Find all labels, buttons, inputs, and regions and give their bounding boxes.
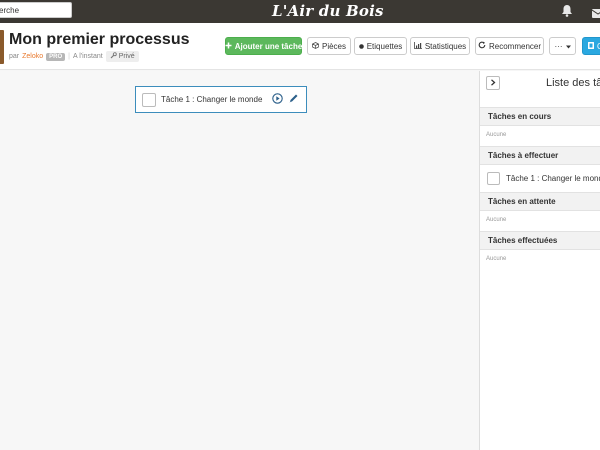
by-label: par (9, 53, 20, 60)
section-header-todo: Tâches à effectuer (480, 146, 600, 165)
wrench-icon (110, 52, 117, 61)
section-header-waiting: Tâches en attente (480, 192, 600, 211)
pro-badge: PRO (46, 52, 66, 61)
visibility-badge: Privé (105, 51, 139, 62)
section-header-in-progress: Tâches en cours (480, 107, 600, 126)
more-label: ··· (554, 41, 563, 51)
task-checkbox[interactable] (142, 92, 156, 107)
sidebar-task-label: Tâche 1 : Changer le monde (506, 174, 600, 183)
section-empty-waiting: Aucune (486, 217, 507, 223)
section-empty-in-progress: Aucune (486, 132, 507, 138)
section-header-done: Tâches effectuées (480, 231, 600, 250)
chart-icon (413, 41, 422, 51)
task-card[interactable]: Tâche 1 : Changer le monde (135, 86, 307, 113)
export-icon (588, 41, 594, 51)
play-icon[interactable] (272, 91, 283, 109)
parts-button[interactable]: Pièces (307, 37, 351, 55)
visibility-label: Privé (118, 53, 135, 60)
caret-down-icon (565, 42, 571, 51)
restart-button[interactable]: Recommencer (475, 37, 544, 55)
site-logo[interactable]: L'Air du Bois (272, 2, 384, 20)
process-canvas[interactable]: Tâche 1 : Changer le monde (0, 71, 479, 450)
sidebar-title: Liste des tâ (546, 77, 600, 89)
pencil-icon[interactable] (288, 91, 299, 109)
tags-button[interactable]: Etiquettes (354, 37, 407, 55)
section-empty-done: Aucune (486, 256, 507, 262)
task-card-label: Tâche 1 : Changer le monde (161, 95, 263, 104)
task-list-sidebar: Liste des tâ Tâches en cours Aucune Tâch… (479, 71, 600, 450)
meta-separator: | (68, 53, 70, 60)
collapse-sidebar-button[interactable] (486, 76, 500, 90)
more-button[interactable]: ··· (549, 37, 576, 55)
process-header: Mon premier processus par Zeloko PRO | A… (0, 23, 600, 70)
author-link[interactable]: Zeloko (22, 53, 43, 60)
top-navbar: erche L'Air du Bois (0, 0, 600, 23)
tags-label: Etiquettes (366, 41, 403, 51)
box-icon (312, 41, 319, 51)
tag-icon (358, 42, 364, 51)
statistics-label: Statistiques (424, 41, 467, 51)
search-input[interactable]: erche (0, 2, 72, 18)
add-task-label: Ajouter une tâche (234, 41, 303, 51)
export-button[interactable]: C (582, 37, 600, 55)
plus-icon (225, 42, 232, 51)
mail-icon[interactable] (591, 6, 600, 24)
page-title: Mon premier processus (9, 31, 190, 48)
sidebar-task-checkbox[interactable] (487, 172, 500, 185)
add-task-button[interactable]: Ajouter une tâche (225, 37, 302, 55)
statistics-button[interactable]: Statistiques (410, 37, 470, 55)
process-meta: par Zeloko PRO | A l'instant Privé (9, 51, 139, 62)
chevron-right-icon (490, 78, 496, 88)
parts-label: Pièces (321, 41, 346, 51)
timestamp: A l'instant (72, 53, 103, 60)
sidebar-task-item[interactable]: Tâche 1 : Changer le monde (487, 172, 600, 185)
restart-icon (478, 41, 486, 51)
bell-icon[interactable] (561, 4, 573, 22)
restart-label: Recommencer (488, 41, 541, 51)
process-thumbnail (0, 30, 4, 64)
